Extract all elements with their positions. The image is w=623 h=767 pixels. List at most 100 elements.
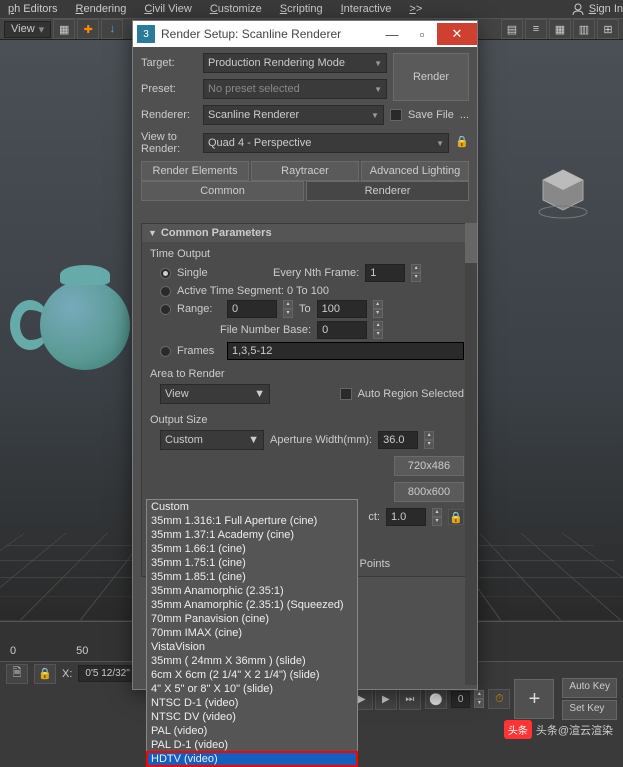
menu-customize[interactable]: Customize bbox=[210, 3, 262, 15]
section-header-common-params[interactable]: ▼Common Parameters bbox=[142, 224, 472, 242]
area-to-render-dropdown[interactable]: View▼ bbox=[160, 384, 270, 404]
every-nth-input[interactable]: 1 bbox=[365, 264, 405, 282]
radio-range[interactable] bbox=[160, 304, 171, 315]
dropdown-item[interactable]: 35mm Anamorphic (2.35:1) bbox=[147, 584, 357, 598]
toolbar-icon[interactable]: ✚ bbox=[77, 19, 99, 39]
dropdown-item[interactable]: 35mm Anamorphic (2.35:1) (Squeezed) bbox=[147, 598, 357, 612]
teapot-object[interactable] bbox=[20, 190, 140, 370]
close-button[interactable]: ✕ bbox=[437, 23, 477, 45]
spinner[interactable]: ▴▾ bbox=[432, 508, 442, 526]
key-mode-icon[interactable]: ⚪ bbox=[425, 689, 447, 709]
dropdown-item[interactable]: 35mm 1.37:1 Academy (cine) bbox=[147, 528, 357, 542]
toolbar-icon[interactable]: ▥ bbox=[573, 19, 595, 39]
save-file-checkbox[interactable] bbox=[390, 109, 402, 121]
title-bar[interactable]: 3 Render Setup: Scanline Renderer — ▫ ✕ bbox=[133, 21, 477, 47]
dropdown-item-selected[interactable]: HDTV (video) bbox=[147, 752, 357, 766]
next-frame-button[interactable]: ▶ bbox=[375, 688, 397, 710]
aperture-label: Aperture Width(mm): bbox=[270, 434, 372, 446]
auto-key-button[interactable]: Auto Key bbox=[562, 678, 617, 698]
maximize-button[interactable]: ▫ bbox=[407, 23, 437, 45]
spinner[interactable]: ▴▾ bbox=[411, 264, 421, 282]
auto-region-checkbox[interactable] bbox=[340, 388, 352, 400]
render-button[interactable]: Render bbox=[393, 53, 469, 101]
goto-end-button[interactable]: ⏭ bbox=[399, 688, 421, 710]
spinner[interactable]: ▴▾ bbox=[373, 300, 383, 318]
toolbar-icon[interactable]: ↓ bbox=[101, 19, 123, 39]
frames-input[interactable] bbox=[227, 342, 464, 360]
script-icon[interactable]: 🗎 bbox=[6, 664, 28, 684]
file-number-base-input[interactable]: 0 bbox=[317, 321, 367, 339]
menu-rendering[interactable]: Rendering bbox=[76, 3, 127, 15]
range-to-input[interactable]: 100 bbox=[317, 300, 367, 318]
dropdown-item[interactable]: Custom bbox=[147, 500, 357, 514]
toolbar-icon[interactable]: ▦ bbox=[549, 19, 571, 39]
pixel-aspect-input[interactable]: 1.0 bbox=[386, 508, 426, 526]
view-to-render-dropdown[interactable]: Quad 4 - Perspective▼ bbox=[203, 133, 449, 153]
spinner[interactable]: ▴▾ bbox=[283, 300, 293, 318]
preset-dropdown[interactable]: No preset selected▼ bbox=[203, 79, 387, 99]
dropdown-item[interactable]: 70mm IMAX (cine) bbox=[147, 626, 357, 640]
range-from-input[interactable]: 0 bbox=[227, 300, 277, 318]
set-key-button[interactable]: Set Key bbox=[562, 700, 617, 720]
dropdown-item[interactable]: 4" X 5" or 8" X 10" (slide) bbox=[147, 682, 357, 696]
preset-720x486-button[interactable]: 720x486 bbox=[394, 456, 464, 476]
preset-label: Preset: bbox=[141, 83, 197, 95]
renderer-label: Renderer: bbox=[141, 109, 197, 121]
browse-button[interactable]: ... bbox=[460, 109, 469, 121]
lock-icon[interactable]: 🔒 bbox=[34, 664, 56, 684]
tab-render-elements[interactable]: Render Elements bbox=[141, 161, 249, 181]
dropdown-item[interactable]: 35mm 1.85:1 (cine) bbox=[147, 570, 357, 584]
menu-interactive[interactable]: Interactive bbox=[341, 3, 392, 15]
preset-800x600-button[interactable]: 800x600 bbox=[394, 482, 464, 502]
time-config-icon[interactable]: ⏱ bbox=[488, 689, 510, 709]
view-cube[interactable] bbox=[533, 160, 593, 220]
dropdown-item[interactable]: 35mm 1.316:1 Full Aperture (cine) bbox=[147, 514, 357, 528]
tab-advanced-lighting[interactable]: Advanced Lighting bbox=[361, 161, 469, 181]
minimize-button[interactable]: — bbox=[377, 23, 407, 45]
add-key-button[interactable]: + bbox=[514, 679, 554, 719]
view-selector[interactable]: View▾ bbox=[4, 21, 51, 38]
view-to-render-label: View toRender: bbox=[141, 131, 197, 155]
menu-civilview[interactable]: Civil View bbox=[144, 3, 191, 15]
lock-aspect-icon[interactable]: 🔒 bbox=[448, 509, 464, 525]
toolbar-icon[interactable]: ▦ bbox=[53, 19, 75, 39]
radio-single[interactable] bbox=[160, 268, 171, 279]
toolbar-icon[interactable]: ≡ bbox=[525, 19, 547, 39]
dropdown-item[interactable]: VistaVision bbox=[147, 640, 357, 654]
menu-editors[interactable]: ph Editors bbox=[8, 3, 58, 15]
menu-scripting[interactable]: Scripting bbox=[280, 3, 323, 15]
every-nth-label: Every Nth Frame: bbox=[273, 267, 359, 279]
tab-raytracer[interactable]: Raytracer bbox=[251, 161, 359, 181]
radio-frames[interactable] bbox=[160, 346, 171, 357]
dropdown-item[interactable]: PAL D-1 (video) bbox=[147, 738, 357, 752]
radio-active-segment[interactable] bbox=[160, 286, 171, 297]
sign-in-button[interactable]: Sign In bbox=[571, 2, 623, 16]
active-segment-label: Active Time Segment: 0 To 100 bbox=[177, 285, 329, 297]
aperture-input[interactable]: 36.0 bbox=[378, 431, 418, 449]
spinner[interactable]: ▴▾ bbox=[474, 690, 484, 708]
target-dropdown[interactable]: Production Rendering Mode▼ bbox=[203, 53, 387, 73]
dropdown-item[interactable]: PAL (video) bbox=[147, 724, 357, 738]
tab-common[interactable]: Common bbox=[141, 181, 304, 201]
dropdown-item[interactable]: 35mm 1.75:1 (cine) bbox=[147, 556, 357, 570]
spinner[interactable]: ▴▾ bbox=[373, 321, 383, 339]
menubar: ph Editors Rendering Civil View Customiz… bbox=[0, 0, 623, 18]
toolbar-icon[interactable]: ▤ bbox=[501, 19, 523, 39]
tab-renderer[interactable]: Renderer bbox=[306, 181, 469, 201]
x-coord-input[interactable]: 0'5 12/32" bbox=[78, 665, 136, 682]
toolbar-icon[interactable]: ⊞ bbox=[597, 19, 619, 39]
dropdown-item[interactable]: 35mm ( 24mm X 36mm ) (slide) bbox=[147, 654, 357, 668]
scrollbar[interactable] bbox=[465, 223, 477, 685]
dropdown-item[interactable]: NTSC D-1 (video) bbox=[147, 696, 357, 710]
dropdown-item[interactable]: NTSC DV (video) bbox=[147, 710, 357, 724]
spinner[interactable]: ▴▾ bbox=[424, 431, 434, 449]
dropdown-item[interactable]: 70mm Panavision (cine) bbox=[147, 612, 357, 626]
dropdown-item[interactable]: 6cm X 6cm (2 1/4" X 2 1/4") (slide) bbox=[147, 668, 357, 682]
output-size-dropdown[interactable]: Custom▼ bbox=[160, 430, 264, 450]
range-label: Range: bbox=[177, 303, 221, 315]
dropdown-item[interactable]: 35mm 1.66:1 (cine) bbox=[147, 542, 357, 556]
renderer-dropdown[interactable]: Scanline Renderer▼ bbox=[203, 105, 384, 125]
output-size-dropdown-list[interactable]: Custom 35mm 1.316:1 Full Aperture (cine)… bbox=[146, 499, 358, 767]
frame-input[interactable]: 0 bbox=[451, 691, 471, 708]
lock-icon[interactable]: 🔒 bbox=[455, 135, 469, 151]
